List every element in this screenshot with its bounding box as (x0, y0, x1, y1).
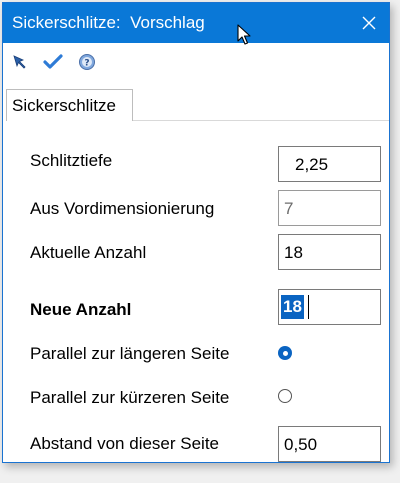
abstand-value: 0,50 (284, 435, 318, 454)
confirm-button[interactable] (42, 51, 64, 73)
neue-anzahl-value: 18 (281, 295, 304, 319)
aktuelle-anzahl-label: Aktuelle Anzahl (30, 243, 147, 262)
close-button[interactable] (349, 3, 389, 43)
abstand-label: Abstand von dieser Seite (30, 434, 220, 453)
dialog-window: Sickerschlitze: Vorschlag ? Sickerschlit… (2, 2, 390, 463)
title-bar[interactable]: Sickerschlitze: Vorschlag (3, 3, 389, 43)
pointer-button[interactable] (9, 51, 31, 73)
help-button[interactable]: ? (76, 51, 98, 73)
svg-text:?: ? (84, 59, 89, 69)
radio-laengere-seite[interactable] (278, 346, 292, 360)
checkmark-icon (43, 54, 63, 69)
vordimensionierung-value: 7 (284, 199, 294, 218)
aktuelle-anzahl-value: 18 (284, 243, 303, 262)
window-title: Sickerschlitze: Vorschlag (12, 13, 205, 32)
pointer-arrow-icon (13, 55, 26, 69)
close-icon (362, 16, 376, 30)
abstand-field[interactable]: 0,50 (278, 426, 381, 462)
tab-divider (133, 120, 389, 121)
radio-kuerzere-seite[interactable] (278, 389, 292, 403)
neue-anzahl-input[interactable]: 18 (278, 289, 381, 325)
vordimensionierung-label: Aus Vordimensionierung (30, 199, 215, 218)
aktuelle-anzahl-field[interactable]: 18 (278, 234, 381, 270)
help-icon: ? (79, 54, 95, 70)
tab-sickerschlitze[interactable]: Sickerschlitze (6, 89, 133, 121)
schlitztiefe-field[interactable]: 2,25 (278, 146, 381, 182)
schlitztiefe-value: 2,25 (295, 155, 329, 174)
schlitztiefe-label: Schlitztiefe (30, 151, 113, 170)
tab-label: Sickerschlitze (12, 96, 116, 115)
radio-kuerzere-seite-label: Parallel zur kürzeren Seite (30, 388, 230, 407)
radio-laengere-seite-label: Parallel zur längeren Seite (30, 344, 230, 363)
text-caret (308, 295, 309, 319)
vordimensionierung-field: 7 (278, 190, 381, 226)
mouse-cursor-icon (237, 24, 251, 45)
neue-anzahl-label: Neue Anzahl (30, 300, 132, 319)
